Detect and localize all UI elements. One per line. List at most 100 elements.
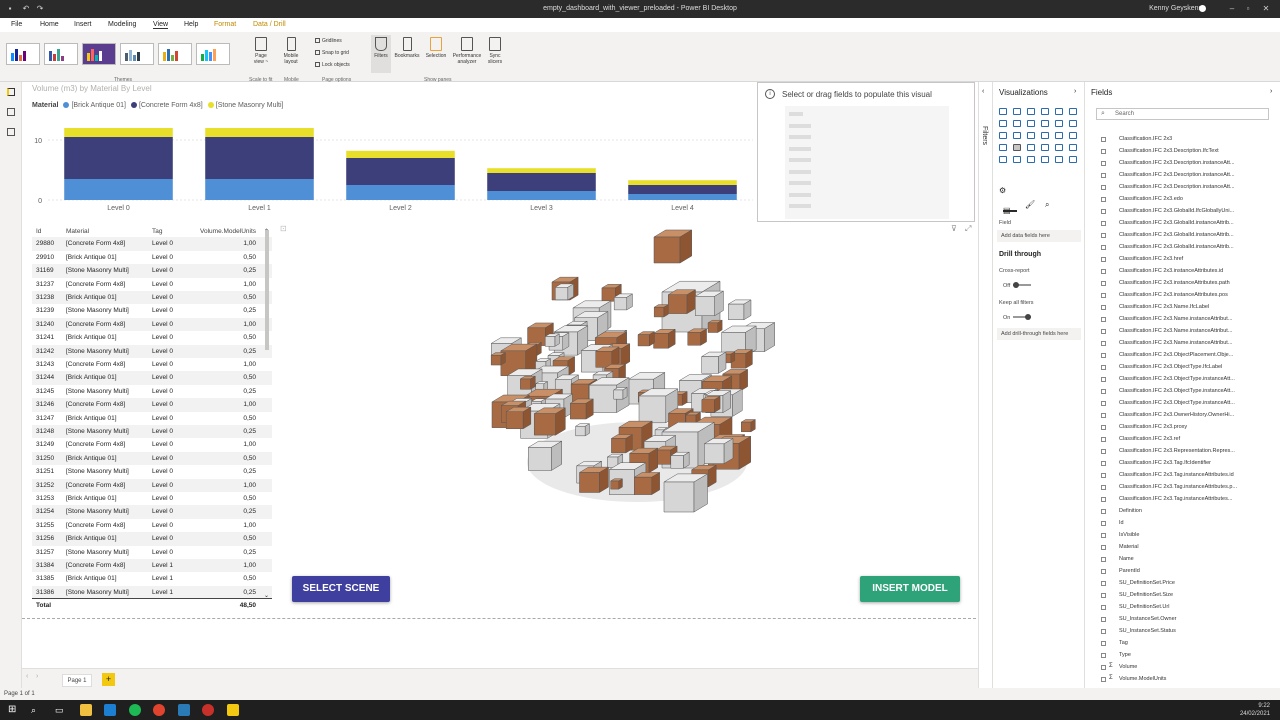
visual-type-icon[interactable] [1055, 120, 1063, 127]
table-row[interactable]: 31253 [Brick Antique 01] Level 0 0,50 [32, 492, 272, 505]
bar-segment[interactable] [628, 180, 737, 185]
user-name[interactable]: Kenny Geyskens [1149, 5, 1202, 12]
table-row[interactable]: 31251 [Stone Masonry Multi] Level 0 0,25 [32, 465, 272, 478]
brick-element[interactable] [519, 375, 537, 390]
brick-element[interactable] [505, 406, 532, 430]
gridlines-checkbox[interactable]: Gridlines [315, 38, 342, 44]
field-checkbox[interactable] [1101, 161, 1106, 166]
field-checkbox[interactable] [1101, 389, 1106, 394]
format-tab-icon[interactable]: 🖌 [1025, 200, 1035, 209]
file-explorer-icon[interactable] [80, 704, 92, 716]
table-row[interactable]: 31254 [Stone Masonry Multi] Level 0 0,25 [32, 505, 272, 519]
page-view-button[interactable]: Page view ~ [250, 37, 272, 65]
menu-insert[interactable]: Insert [74, 21, 92, 28]
field-checkbox[interactable] [1101, 569, 1106, 574]
field-checkbox[interactable] [1101, 341, 1106, 346]
field-checkbox[interactable] [1101, 521, 1106, 526]
visual-type-icon[interactable] [1069, 156, 1077, 163]
power-bi-icon[interactable] [227, 704, 239, 716]
table-row[interactable]: 31250 [Brick Antique 01] Level 0 0,50 [32, 451, 272, 466]
system-clock[interactable]: 9:22 24/02/2021 [1240, 702, 1270, 718]
visual-type-icon[interactable] [1013, 132, 1021, 139]
bar-segment[interactable] [205, 137, 314, 179]
concrete-element[interactable] [574, 423, 591, 437]
bar-segment[interactable] [346, 150, 455, 158]
visual-type-icon[interactable] [999, 108, 1007, 115]
keep-all-filters-toggle[interactable] [1013, 314, 1031, 320]
select-scene-button[interactable]: SELECT SCENE [292, 576, 390, 602]
chrome-icon[interactable] [153, 704, 165, 716]
table-row[interactable]: 31239 [Stone Masonry Multi] Level 0 0,25 [32, 304, 272, 317]
data-view-icon[interactable] [7, 108, 15, 116]
field-checkbox[interactable] [1101, 557, 1106, 562]
concrete-element[interactable] [694, 290, 725, 317]
menu-format[interactable]: Format [214, 21, 236, 28]
add-page-button[interactable]: + [102, 673, 115, 686]
field-checkbox[interactable] [1101, 677, 1106, 682]
menu-file[interactable]: File [11, 21, 22, 28]
visual-type-icon[interactable] [1041, 132, 1049, 139]
field-checkbox[interactable] [1101, 209, 1106, 214]
filters-pane-collapsed[interactable]: ‹ Filters [978, 82, 992, 688]
visual-type-icon[interactable] [1013, 120, 1021, 127]
visual-type-icon[interactable] [1069, 120, 1077, 127]
field-checkbox[interactable] [1101, 497, 1106, 502]
table-scrollbar[interactable] [265, 230, 269, 350]
brick-element[interactable] [490, 352, 507, 366]
vscode-icon[interactable] [104, 704, 116, 716]
field-checkbox[interactable] [1101, 137, 1106, 142]
table-row[interactable]: 31384 [Concrete Form 4x8] Level 1 1,00 [32, 559, 272, 573]
concrete-element[interactable] [544, 333, 561, 347]
visual-type-icon[interactable] [1041, 156, 1049, 163]
visual-type-icon[interactable] [1013, 108, 1021, 115]
field-checkbox[interactable] [1101, 269, 1106, 274]
menu-home[interactable]: Home [40, 21, 59, 28]
menu-help[interactable]: Help [184, 21, 198, 28]
visual-type-icon[interactable] [999, 156, 1007, 163]
theme-swatch[interactable] [196, 43, 230, 65]
table-row[interactable]: 31240 [Concrete Form 4x8] Level 0 1,00 [32, 317, 272, 332]
theme-swatch[interactable] [44, 43, 78, 65]
brick-element[interactable] [578, 466, 610, 493]
visual-type-icon[interactable] [1041, 144, 1049, 151]
table-row[interactable]: 31242 [Stone Masonry Multi] Level 0 0,25 [32, 344, 272, 358]
concrete-element[interactable] [669, 451, 691, 469]
brick-element[interactable] [569, 398, 595, 420]
theme-swatch[interactable] [120, 43, 154, 65]
bar-segment[interactable] [64, 179, 173, 200]
maximize-icon[interactable]: ▫ [1242, 3, 1254, 15]
page-tab-1[interactable]: Page 1 [62, 674, 92, 687]
visual-type-icon[interactable] [1027, 156, 1035, 163]
visual-type-icon[interactable] [1027, 132, 1035, 139]
concrete-element[interactable] [527, 440, 563, 471]
field-checkbox[interactable] [1101, 353, 1106, 358]
add-drill-through-well[interactable]: Add drill-through fields here [997, 328, 1081, 340]
field-checkbox[interactable] [1101, 437, 1106, 442]
brick-element[interactable] [700, 395, 721, 413]
visual-type-icon[interactable] [1069, 132, 1077, 139]
field-checkbox[interactable] [1101, 533, 1106, 538]
table-row[interactable]: 31244 [Brick Antique 01] Level 0 0,50 [32, 371, 272, 385]
legend-item[interactable]: [Concrete Form 4x8] [130, 102, 203, 109]
visual-type-icon[interactable] [1069, 144, 1077, 151]
focus-mode-icon[interactable]: ⤢ [965, 224, 971, 234]
snap-to-grid-checkbox[interactable]: Snap to grid [315, 50, 349, 56]
add-data-fields-well[interactable]: Add data fields here [997, 230, 1081, 242]
bar-segment[interactable] [628, 185, 737, 194]
visual-type-icon[interactable] [1069, 108, 1077, 115]
close-icon[interactable]: ✕ [1260, 3, 1272, 15]
mobile-layout-button[interactable]: Mobile layout [280, 37, 302, 65]
menu-modeling[interactable]: Modeling [108, 21, 136, 28]
bookmarks-pane-button[interactable]: Bookmarks [392, 37, 422, 59]
visual-type-icon[interactable] [999, 144, 1007, 151]
field-checkbox[interactable] [1101, 221, 1106, 226]
visual-type-icon[interactable] [1013, 156, 1021, 163]
field-checkbox[interactable] [1101, 197, 1106, 202]
table-row[interactable]: 31246 [Concrete Form 4x8] Level 0 1,00 [32, 398, 272, 412]
theme-swatch[interactable] [6, 43, 40, 65]
table-row[interactable]: 31252 [Concrete Form 4x8] Level 0 1,00 [32, 478, 272, 492]
concrete-element[interactable] [613, 293, 634, 311]
field-checkbox[interactable] [1101, 245, 1106, 250]
field-checkbox[interactable] [1101, 413, 1106, 418]
brick-element[interactable] [637, 331, 656, 347]
